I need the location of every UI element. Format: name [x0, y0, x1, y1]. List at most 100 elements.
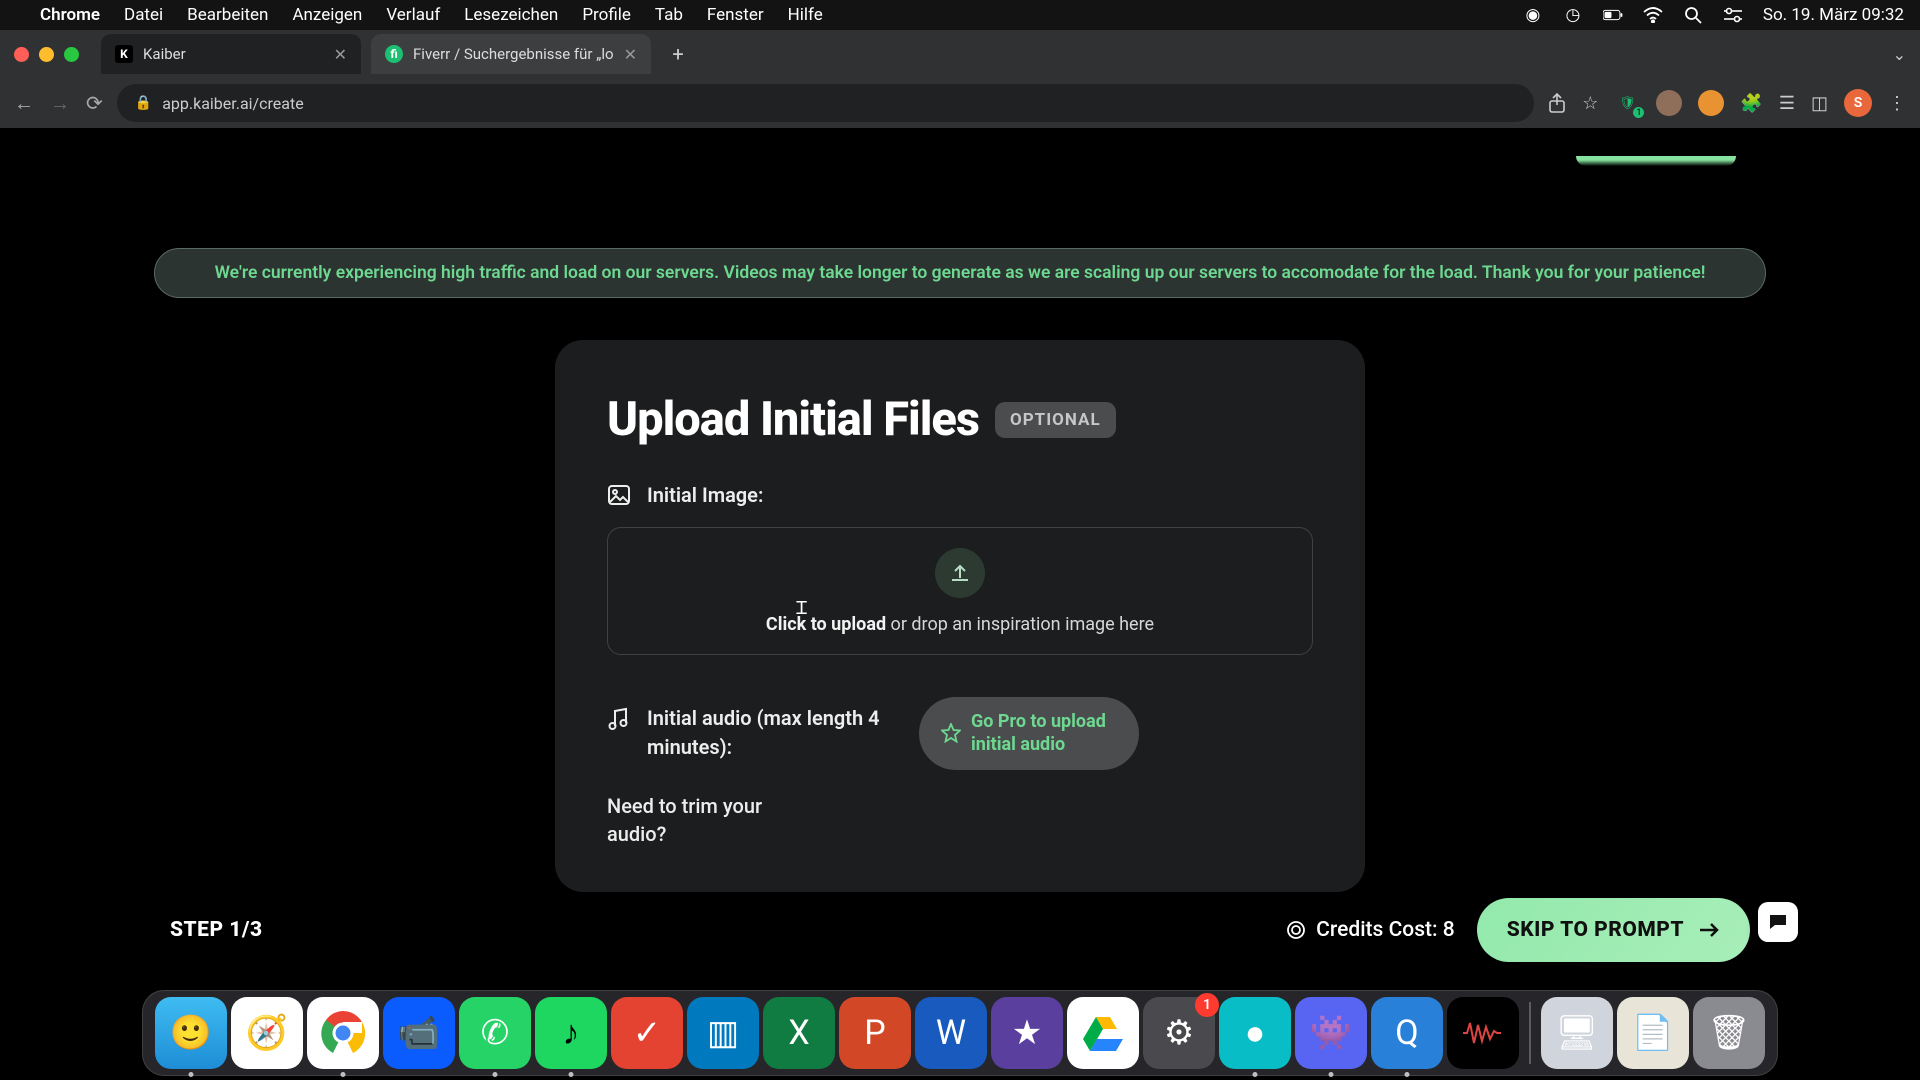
menu-datei[interactable]: Datei	[124, 5, 163, 25]
shield-extension-icon[interactable]: 🛡	[1614, 90, 1640, 116]
share-icon[interactable]	[1548, 93, 1566, 113]
dock-discord[interactable]: 👾	[1295, 997, 1367, 1069]
tab-title: Fiverr / Suchergebnisse für „lo	[413, 45, 614, 63]
credits-cost: Credits Cost: 8	[1286, 918, 1455, 942]
favicon-icon: fi	[385, 45, 403, 63]
browser-chrome: K Kaiber ✕ fi Fiverr / Suchergebnisse fü…	[0, 30, 1920, 128]
menu-hilfe[interactable]: Hilfe	[788, 5, 823, 25]
extension-icon[interactable]	[1656, 90, 1682, 116]
new-tab-button[interactable]: +	[661, 37, 695, 71]
star-icon	[941, 723, 961, 743]
tab-title: Kaiber	[143, 45, 186, 63]
image-icon	[607, 483, 631, 507]
wifi-icon[interactable]	[1643, 5, 1663, 25]
coin-icon	[1286, 920, 1306, 940]
lock-icon: 🔒	[135, 95, 152, 111]
window-maximize-button[interactable]	[64, 47, 79, 62]
banner-text: We're currently experiencing high traffi…	[215, 263, 1706, 283]
record-icon[interactable]: ◉	[1523, 5, 1543, 25]
skip-to-prompt-button[interactable]: SKIP TO PROMPT	[1477, 898, 1750, 962]
nav-reload-button[interactable]: ⟳	[86, 91, 103, 116]
dock-display[interactable]: 🖥	[1541, 997, 1613, 1069]
initial-image-label: Initial Image:	[647, 483, 763, 507]
dock-settings[interactable]: ⚙1	[1143, 997, 1215, 1069]
menu-lesezeichen[interactable]: Lesezeichen	[464, 5, 558, 25]
dock-app-teal[interactable]: ●	[1219, 997, 1291, 1069]
address-bar[interactable]: 🔒 app.kaiber.ai/create	[117, 84, 1535, 122]
menu-bearbeiten[interactable]: Bearbeiten	[187, 5, 268, 25]
tab-kaiber[interactable]: K Kaiber ✕	[101, 34, 361, 74]
upload-card: Upload Initial Files OPTIONAL Initial Im…	[555, 340, 1365, 892]
dock-spotify[interactable]: ♪	[535, 997, 607, 1069]
window-controls	[14, 47, 79, 62]
control-center-icon[interactable]	[1723, 5, 1743, 25]
search-icon[interactable]	[1683, 5, 1703, 25]
dock-todoist[interactable]: ✓	[611, 997, 683, 1069]
skip-label: SKIP TO PROMPT	[1507, 918, 1684, 942]
tab-close-icon[interactable]: ✕	[624, 45, 637, 64]
dock-audio-app[interactable]	[1447, 997, 1519, 1069]
arrow-right-icon	[1698, 921, 1720, 939]
menu-fenster[interactable]: Fenster	[707, 5, 764, 25]
dock-trello[interactable]: ▥	[687, 997, 759, 1069]
dock-drive[interactable]	[1067, 997, 1139, 1069]
menu-verlauf[interactable]: Verlauf	[386, 5, 440, 25]
nav-forward-button[interactable]: →	[50, 91, 70, 116]
chrome-menu-icon[interactable]: ⋮	[1888, 93, 1906, 114]
favicon-icon: K	[115, 45, 133, 63]
menubar-app-name[interactable]: Chrome	[40, 5, 100, 25]
window-minimize-button[interactable]	[39, 47, 54, 62]
menu-anzeigen[interactable]: Anzeigen	[292, 5, 362, 25]
initial-audio-label: Initial audio (max length 4 minutes):	[647, 704, 897, 762]
tab-overflow-icon[interactable]: ⌄	[1893, 45, 1906, 64]
dock-document[interactable]: 📄	[1617, 997, 1689, 1069]
menu-tab[interactable]: Tab	[655, 5, 683, 25]
reading-list-icon[interactable]: ☰	[1779, 93, 1795, 114]
step-footer: STEP 1/3 Credits Cost: 8 SKIP TO PROMPT	[96, 882, 1824, 978]
bookmark-star-icon[interactable]: ☆	[1582, 93, 1598, 114]
battery-icon[interactable]	[1603, 5, 1623, 25]
dock-whatsapp[interactable]: ✆	[459, 997, 531, 1069]
extension-icon[interactable]	[1698, 90, 1724, 116]
initial-audio-label-row: Initial audio (max length 4 minutes):	[607, 704, 897, 762]
url-text: app.kaiber.ai/create	[162, 94, 304, 113]
profile-avatar[interactable]: S	[1844, 89, 1872, 117]
dock-safari[interactable]: 🧭	[231, 997, 303, 1069]
step-indicator: STEP 1/3	[170, 918, 263, 942]
side-panel-icon[interactable]: ◫	[1811, 93, 1828, 114]
partial-button-edge	[1576, 156, 1736, 166]
upload-icon	[935, 548, 985, 598]
page-content: We're currently experiencing high traffi…	[96, 128, 1824, 978]
window-close-button[interactable]	[14, 47, 29, 62]
dropzone-text: Click to upload or drop an inspiration i…	[766, 614, 1154, 635]
dock-separator	[1529, 1002, 1531, 1064]
macos-menubar: Chrome Datei Bearbeiten Anzeigen Verlauf…	[0, 0, 1920, 30]
dock-powerpoint[interactable]: P	[839, 997, 911, 1069]
traffic-banner: We're currently experiencing high traffi…	[154, 248, 1766, 298]
dock-zoom[interactable]: 📹	[383, 997, 455, 1069]
dock-word[interactable]: W	[915, 997, 987, 1069]
go-pro-label: Go Pro to upload initial audio	[971, 710, 1117, 757]
dock-imovie[interactable]: ★	[991, 997, 1063, 1069]
menu-profile[interactable]: Profile	[582, 5, 631, 25]
menubar-datetime[interactable]: So. 19. März 09:32	[1763, 5, 1904, 25]
extensions-puzzle-icon[interactable]: 🧩	[1740, 93, 1762, 114]
dock-excel[interactable]: X	[763, 997, 835, 1069]
badge-count: 1	[1195, 993, 1219, 1017]
image-dropzone[interactable]: Click to upload or drop an inspiration i…	[607, 527, 1313, 655]
music-icon	[607, 704, 629, 731]
tab-close-icon[interactable]: ✕	[334, 45, 347, 64]
go-pro-button[interactable]: Go Pro to upload initial audio	[919, 697, 1139, 770]
trim-audio-link[interactable]: Need to trim your audio?	[607, 792, 767, 848]
dock-chrome[interactable]	[307, 997, 379, 1069]
nav-back-button[interactable]: ←	[14, 91, 34, 116]
macos-dock: 🙂 🧭 📹 ✆ ♪ ✓ ▥ X P W ★ ⚙1 ● 👾 Q 🖥 📄 🗑	[0, 978, 1920, 1080]
card-title: Upload Initial Files	[607, 392, 979, 447]
tab-fiverr[interactable]: fi Fiverr / Suchergebnisse für „lo ✕	[371, 34, 651, 74]
dock-trash[interactable]: 🗑	[1693, 997, 1765, 1069]
clock-icon[interactable]: ◷	[1563, 5, 1583, 25]
initial-image-label-row: Initial Image:	[607, 483, 1313, 507]
dock-finder[interactable]: 🙂	[155, 997, 227, 1069]
dock-quicktime[interactable]: Q	[1371, 997, 1443, 1069]
support-chat-button[interactable]	[1758, 902, 1798, 942]
